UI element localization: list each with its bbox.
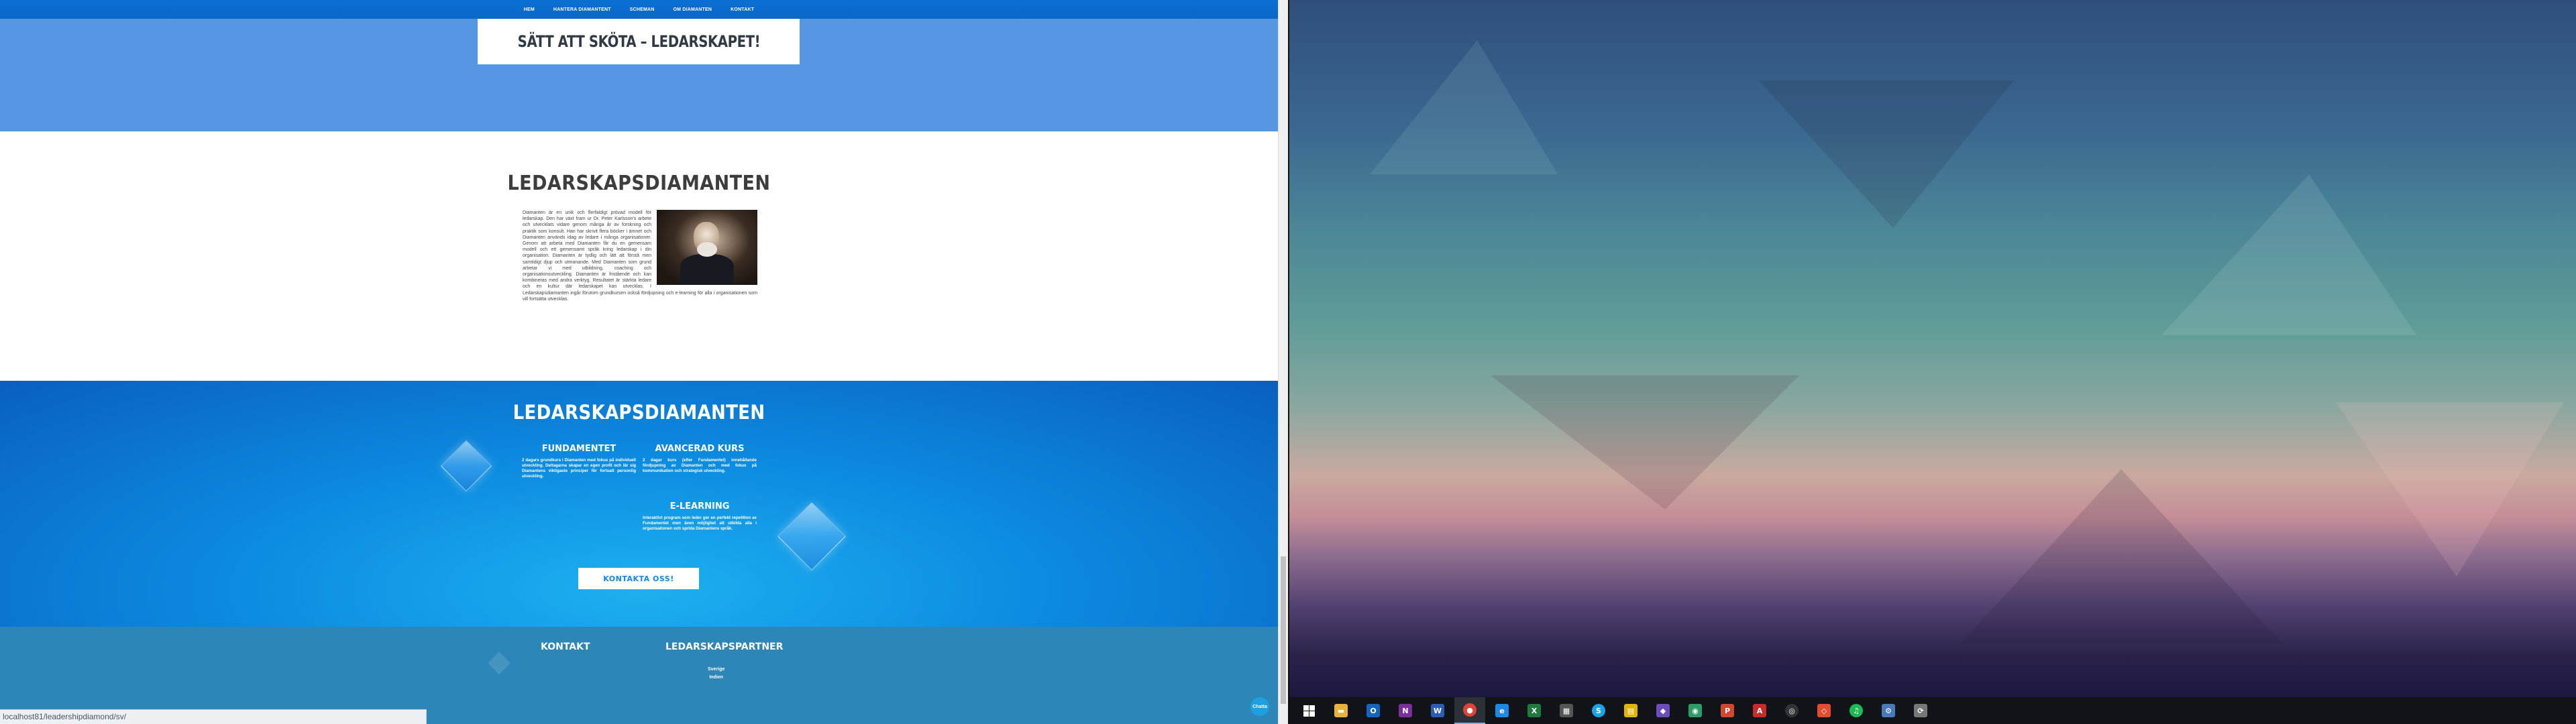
- browser-status-url: localhost81/leadershipdiamond/sv/: [0, 709, 427, 724]
- taskbar-item-tool[interactable]: ⚙: [1873, 697, 1904, 724]
- git-icon: ◇: [1817, 704, 1831, 717]
- taskbar-item-edge[interactable]: e: [1487, 697, 1517, 724]
- about-section: LEDARSKAPSDIAMANTEN Diamanten är en unik…: [0, 131, 1278, 381]
- taskbar-item-excel[interactable]: X: [1519, 697, 1550, 724]
- word-icon: W: [1431, 704, 1444, 717]
- about-body: Diamanten är en unik och flerfaldigt prö…: [523, 210, 757, 302]
- features-section: LEDARSKAPSDIAMANTEN FUNDAMENTET 2 dagars…: [0, 381, 1278, 627]
- taskbar-item-spotify[interactable]: ♫: [1841, 697, 1872, 724]
- footer-partner-links: Sverige Indien: [708, 666, 724, 682]
- browser-window: HEM HANTERA DIAMANTENT SCHEMAN OM DIAMAN…: [0, 0, 1278, 724]
- windows-start-icon: [1303, 705, 1315, 717]
- feature-text: 2 dagars grundkurs i Diamanten med fokus…: [522, 458, 636, 479]
- hero-card: SÄTT ATT SKÖTA – LEDARSKAPET!: [478, 19, 800, 64]
- feature-avancerad-kurs: AVANCERAD KURS 2 dagar kurs (efter Funda…: [643, 444, 757, 474]
- diamond-decoration-right: [777, 502, 846, 570]
- taskbar-item-chrome[interactable]: ●: [1454, 697, 1485, 724]
- taskbar-item-file-explorer[interactable]: ▬: [1326, 697, 1356, 724]
- feature-text: 2 dagar kurs (efter Fundamentet) innehål…: [643, 458, 757, 473]
- outlook-icon: O: [1366, 704, 1380, 717]
- contact-us-button[interactable]: KONTAKTA OSS!: [578, 568, 699, 589]
- feature-text: Interaktivt program som leder ger en per…: [643, 516, 757, 531]
- portrait-photo: [657, 210, 757, 285]
- nav-item-hem[interactable]: HEM: [524, 7, 535, 12]
- sticky-notes-icon: ▤: [1624, 704, 1638, 717]
- taskbar-item-acrobat[interactable]: A: [1744, 697, 1775, 724]
- file-explorer-icon: ▬: [1334, 704, 1348, 717]
- page-scrollbar[interactable]: [1278, 0, 1288, 724]
- footer-link-sverige[interactable]: Sverige: [708, 666, 724, 674]
- taskbar-item-greenshot[interactable]: ◉: [1680, 697, 1711, 724]
- taskbar-item-github[interactable]: ◎: [1776, 697, 1807, 724]
- taskbar-item-word[interactable]: W: [1422, 697, 1453, 724]
- taskbar-item-powerpoint[interactable]: P: [1712, 697, 1743, 724]
- feature-title: FUNDAMENTET: [541, 444, 616, 454]
- footer-partners-title: LEDARSKAPSPARTNER: [665, 642, 784, 652]
- powerpoint-icon: P: [1721, 704, 1734, 717]
- features-title: LEDARSKAPSDIAMANTEN: [513, 401, 765, 424]
- scrollbar-thumb[interactable]: [1281, 556, 1286, 704]
- hero-title: SÄTT ATT SKÖTA – LEDARSKAPET!: [517, 32, 760, 51]
- taskbar-item-git[interactable]: ◇: [1809, 697, 1839, 724]
- nav-item-scheman[interactable]: SCHEMAN: [630, 7, 655, 12]
- footer-link-indien[interactable]: Indien: [708, 674, 724, 682]
- spotify-icon: ♫: [1849, 704, 1863, 717]
- skype-icon: S: [1592, 704, 1605, 717]
- visual-studio-icon: ◆: [1656, 704, 1670, 717]
- excel-icon: X: [1527, 704, 1541, 717]
- diamond-decoration-left: [440, 440, 492, 492]
- tool-icon: ⚙: [1882, 704, 1895, 717]
- feature-title: AVANCERAD KURS: [655, 444, 745, 454]
- taskbar-item-onenote[interactable]: N: [1390, 697, 1421, 724]
- taskbar: ▬ O N W ● e X ▦ S ▤ ◆ ◉ P A ◎ ◇ ♫ ⚙ ⟳: [1289, 697, 2576, 724]
- taskbar-item-calculator[interactable]: ▦: [1551, 697, 1582, 724]
- github-icon: ◎: [1785, 704, 1799, 717]
- start-button[interactable]: [1293, 697, 1324, 724]
- nav-item-om-diamanten[interactable]: OM DIAMANTEN: [674, 7, 712, 12]
- feature-title: E-LEARNING: [669, 501, 730, 511]
- desktop-wallpaper: [1289, 0, 2576, 697]
- taskbar-item-skype[interactable]: S: [1583, 697, 1614, 724]
- about-title: LEDARSKAPSDIAMANTEN: [507, 172, 771, 195]
- nav-item-hantera-diamanten[interactable]: HANTERA DIAMANTENT: [553, 7, 611, 12]
- greenshot-icon: ◉: [1688, 704, 1702, 717]
- chat-button[interactable]: Chatta: [1250, 697, 1269, 716]
- calculator-icon: ▦: [1560, 704, 1573, 717]
- footer-diamond-decoration: [488, 652, 511, 674]
- edge-icon: e: [1495, 704, 1509, 717]
- feature-fundamentet: FUNDAMENTET 2 dagars grundkurs i Diamant…: [522, 444, 636, 479]
- chrome-icon: ●: [1463, 703, 1477, 717]
- footer-contact-title: KONTAKT: [541, 642, 590, 652]
- taskbar-item-outlook[interactable]: O: [1358, 697, 1389, 724]
- top-navigation: HEM HANTERA DIAMANTENT SCHEMAN OM DIAMAN…: [0, 0, 1278, 19]
- remote-icon: ⟳: [1914, 704, 1927, 717]
- feature-e-learning: E-LEARNING Interaktivt program som leder…: [643, 501, 757, 532]
- onenote-icon: N: [1399, 704, 1412, 717]
- acrobat-icon: A: [1753, 704, 1766, 717]
- taskbar-item-remote[interactable]: ⟳: [1905, 697, 1936, 724]
- taskbar-item-visual-studio[interactable]: ◆: [1648, 697, 1678, 724]
- hero-section: SÄTT ATT SKÖTA – LEDARSKAPET!: [0, 19, 1278, 131]
- taskbar-item-sticky-notes[interactable]: ▤: [1615, 697, 1646, 724]
- nav-item-kontakt[interactable]: KONTAKT: [731, 7, 754, 12]
